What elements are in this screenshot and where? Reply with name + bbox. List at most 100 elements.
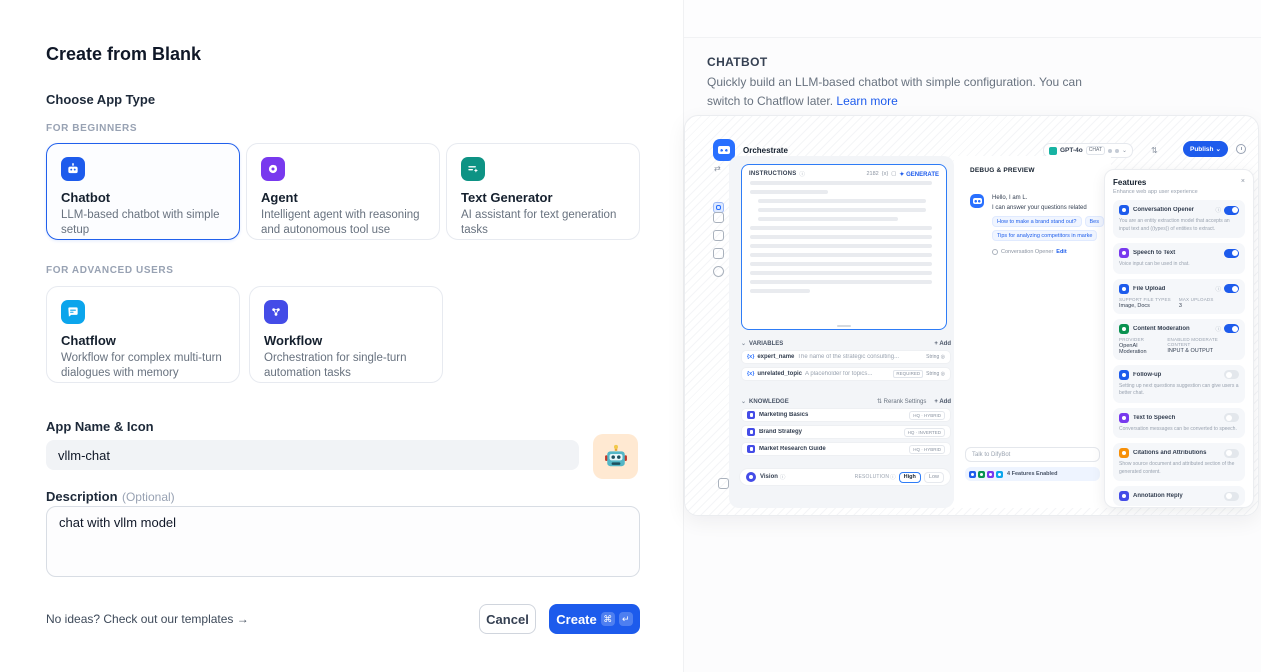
feature-mini-icon [978,471,985,478]
choose-app-type-label: Choose App Type [46,92,640,107]
advanced-cards-row: Chatflow Workflow for complex multi-turn… [46,286,640,383]
create-button-label: Create [556,612,596,627]
app-name-input[interactable] [46,440,579,470]
feature-toggle [1224,413,1239,422]
create-button[interactable]: Create ⌘ ↵ [549,604,640,634]
conversation-opener-icon [992,249,998,255]
features-panel: Features × Enhance web app user experien… [1104,169,1254,508]
variable-icon: {x} [747,371,754,377]
vision-icon [746,472,756,482]
caret-icon: ⌄ [741,340,746,347]
citations-icon [1119,448,1129,458]
enter-key-icon: ↵ [619,612,633,626]
card-title: Agent [261,190,425,205]
instructions-title: INSTRUCTIONS [749,171,796,177]
feature-toggle [1224,324,1239,333]
greeting-line: I can answer your questions related [992,204,1108,214]
description-label: Description [46,489,118,504]
model-provider-icon [1049,147,1057,155]
suggestion-chip: Tips for analyzing competitors in marke [992,230,1097,241]
features-enabled-label: 4 Features Enabled [1007,471,1057,477]
meta-key: SUPPORT FILE TYPES [1119,297,1171,302]
suggestion-chip: How to make a brand stand out? [992,216,1082,227]
content-moderation-icon [1119,324,1129,334]
meta-key: ENABLED MODERATE CONTENT [1167,337,1231,347]
rail-document-icon [713,230,724,241]
feature-desc: Setting up next questions suggestion can… [1119,383,1239,398]
rerank-settings-button: ⇅ Rerank Settings [877,398,926,405]
knowledge-row: Market Research Guide HQ · HYBRID [741,442,951,456]
vision-label: Vision [760,474,778,480]
variable-row: {x} expert_name The name of the strategi… [741,350,951,364]
chatflow-icon [61,300,85,324]
annotation-reply-icon [1119,491,1129,501]
feature-item-text-to-speech: Text to Speech Conversation messages can… [1113,408,1245,439]
knowledge-doc-icon [747,411,755,419]
feature-name: Content Moderation [1133,326,1215,332]
meta-key: PROVIDER [1119,337,1159,342]
model-mode-badge: CHAT [1086,146,1105,155]
feature-name: Conversation Opener [1133,207,1215,213]
variable-name: expert_name [757,354,794,360]
feature-toggle [1224,249,1239,258]
model-name: GPT-4o [1060,147,1083,154]
preview-app-title: Orchestrate [743,146,788,155]
feature-item-annotation-reply: Annotation Reply [1113,486,1245,506]
features-title: Features [1113,178,1245,187]
card-desc: AI assistant for text generation tasks [461,208,625,238]
sparkle-icon: ✦ [899,172,904,178]
model-mini-icon [1115,149,1119,153]
templates-link[interactable]: No ideas? Check out our templates → [46,612,249,626]
knowledge-doc-icon [747,428,755,436]
info-icon: ⓘ [1215,325,1221,333]
close-icon: × [1241,178,1245,185]
templates-link-label: No ideas? Check out our templates [46,612,233,626]
variable-icon: {x} [747,354,754,360]
feature-toggle [1224,449,1239,458]
feature-name: Text to Speech [1133,415,1221,421]
app-icon-picker[interactable] [593,434,638,479]
variable-type: String ◎ [926,354,945,360]
knowledge-row: Brand Strategy HQ · INVERTED [741,425,951,439]
knowledge-doc-icon [747,445,755,453]
app-type-card-workflow[interactable]: Workflow Orchestration for single-turn a… [249,286,443,383]
info-icon: ⓘ [1215,285,1221,293]
card-desc: LLM-based chatbot with simple setup [61,208,225,238]
arrow-right-icon: → [237,612,249,626]
variable-desc: A placeholder for topics... [805,371,890,377]
app-type-card-text-generator[interactable]: Text Generator AI assistant for text gen… [446,143,640,240]
feature-name: Speech to Text [1133,250,1221,256]
info-icon: ⓘ [799,170,805,178]
app-type-card-chatbot[interactable]: Chatbot LLM-based chatbot with simple se… [46,143,240,240]
app-type-card-agent[interactable]: Agent Intelligent agent with reasoning a… [246,143,440,240]
feature-name: Annotation Reply [1133,493,1221,499]
card-title: Chatbot [61,190,225,205]
card-title: Chatflow [61,333,225,348]
chat-input: Talk to DifyBot [965,447,1100,462]
card-title: Workflow [264,333,428,348]
feature-mini-icon [969,471,976,478]
info-icon: ⓘ [890,473,896,481]
file-upload-icon [1119,284,1129,294]
text-to-speech-icon [1119,413,1129,423]
instructions-skeleton [742,181,946,293]
app-type-card-chatflow[interactable]: Chatflow Workflow for complex multi-turn… [46,286,240,383]
vision-row: Vision ⓘ RESOLUTION ⓘ High Low [739,468,951,486]
model-mini-icon [1108,149,1112,153]
variable-name: unrelated_topic [757,371,802,377]
description-textarea[interactable]: chat with vllm model [46,506,640,577]
cmd-key-icon: ⌘ [601,612,615,626]
instructions-panel: INSTRUCTIONS ⓘ 2182 {x} ▢ ✦ GENERATE [741,164,947,330]
cancel-button[interactable]: Cancel [479,604,536,634]
meta-value: Image, Docs [1119,303,1171,309]
required-badge: REQUIRED [893,370,923,378]
publish-button: Publish ⌄ [1183,141,1228,157]
resolution-low-chip: Low [924,472,944,483]
chevron-down-icon: ⌄ [1215,145,1220,153]
knowledge-tag: HQ · HYBRID [909,445,945,454]
char-count: 2182 [867,171,879,177]
rerank-icon: ⇅ [877,399,882,405]
learn-more-link[interactable]: Learn more [836,94,897,108]
knowledge-name: Marketing Basics [759,412,909,418]
page-title: Create from Blank [46,44,640,65]
